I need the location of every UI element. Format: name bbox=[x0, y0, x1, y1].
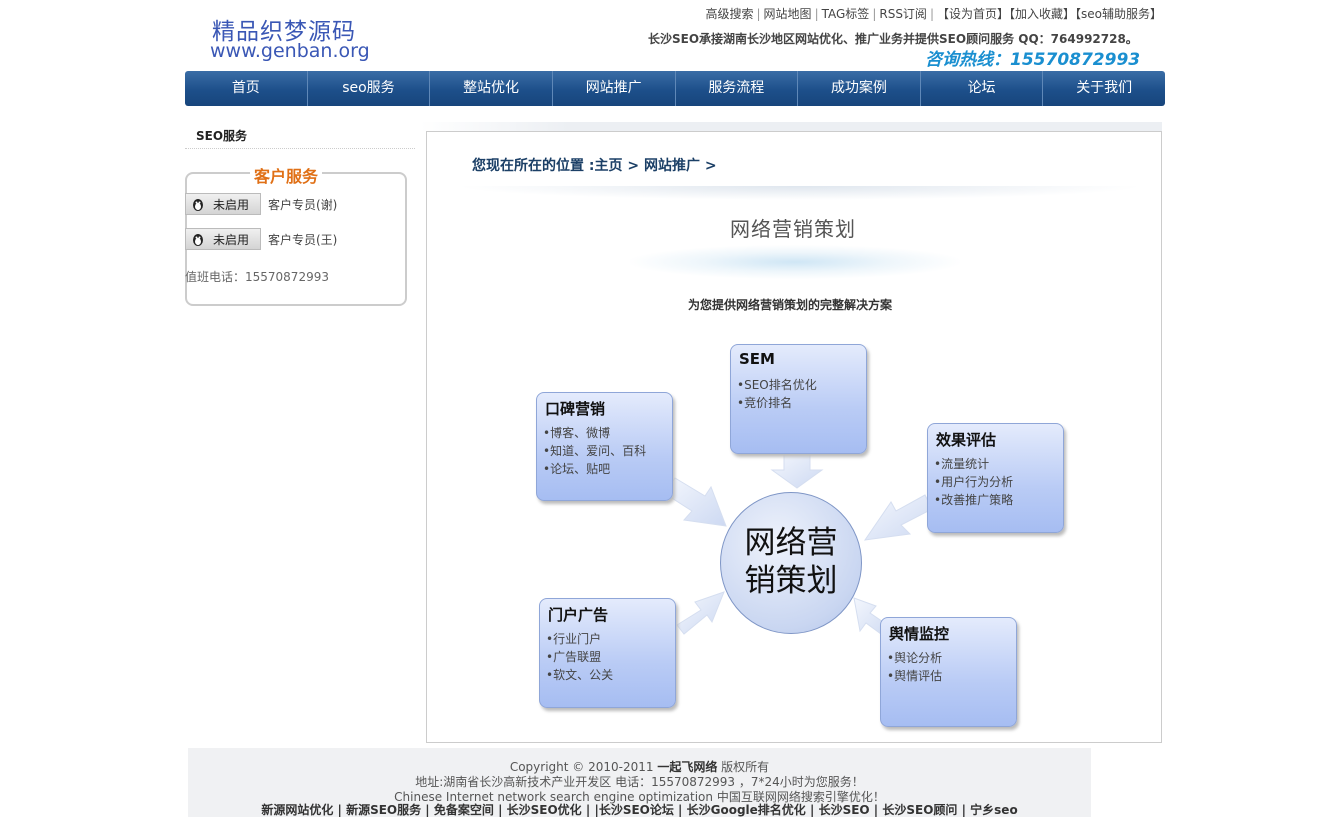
sitemap-link[interactable]: 网站地图 bbox=[764, 7, 812, 21]
content-top-strip bbox=[420, 122, 1162, 131]
seo-service-link[interactable]: 【seo辅助服务】 bbox=[1075, 7, 1162, 21]
qq-chat-button[interactable]: 未启用 bbox=[185, 193, 261, 215]
node-item: 用户行为分析 bbox=[934, 473, 1013, 491]
nav-cases[interactable]: 成功案例 bbox=[798, 71, 921, 106]
duty-phone: 值班电话：15570872993 bbox=[185, 270, 329, 284]
sidebar-title: SEO服务 bbox=[185, 124, 415, 149]
nav-process[interactable]: 服务流程 bbox=[676, 71, 799, 106]
breadcrumb-divider bbox=[455, 186, 1145, 200]
node-item: 知道、爱问、百科 bbox=[543, 442, 646, 460]
footer-link[interactable]: 宁乡seo bbox=[970, 803, 1018, 817]
hotline: 咨询热线：15570872993 bbox=[925, 50, 1141, 70]
node-yuqing: 舆情监控 舆论分析 舆情评估 bbox=[880, 617, 1017, 727]
footer-link[interactable]: 免备案空间 bbox=[434, 803, 494, 817]
arrow-xiaoguo bbox=[863, 494, 933, 541]
node-xiaoguo: 效果评估 流量统计 用户行为分析 改善推广策略 bbox=[927, 423, 1064, 533]
node-item: 改善推广策略 bbox=[934, 491, 1013, 509]
node-title: 效果评估 bbox=[936, 431, 997, 449]
nav-seo-service[interactable]: seo服务 bbox=[308, 71, 431, 106]
node-item: 软文、公关 bbox=[546, 666, 613, 684]
nav-forum[interactable]: 论坛 bbox=[921, 71, 1044, 106]
tag-link[interactable]: TAG标签 bbox=[822, 7, 870, 21]
top-links: 高级搜索 | 网站地图 | TAG标签 | RSS订阅 | 【设为首页】【加入收藏】【seo辅助… bbox=[705, 7, 1162, 21]
node-item: 行业门户 bbox=[546, 630, 613, 648]
qq-chat-button[interactable]: 未启用 bbox=[185, 228, 261, 250]
node-item: 舆情评估 bbox=[887, 667, 942, 685]
node-item: SEO排名优化 bbox=[737, 376, 817, 394]
nav-site-optimization[interactable]: 整站优化 bbox=[430, 71, 553, 106]
footer-link[interactable]: 新源网站优化 bbox=[261, 803, 333, 817]
qq-contact-name: 客户专员(谢) bbox=[268, 198, 338, 212]
nav-promotion[interactable]: 网站推广 bbox=[553, 71, 676, 106]
arrow-sem bbox=[770, 453, 824, 489]
node-title: 口碑营销 bbox=[545, 400, 606, 418]
node-item: 竞价排名 bbox=[737, 394, 817, 412]
site-logo-url[interactable]: www.genban.org bbox=[210, 40, 370, 62]
node-item: 舆论分析 bbox=[887, 649, 942, 667]
diagram-center: 网络营 销策划 bbox=[720, 492, 862, 634]
qq-penguin-icon bbox=[193, 199, 203, 211]
set-homepage-link[interactable]: 【设为首页】 bbox=[937, 7, 1009, 21]
advanced-search-link[interactable]: 高级搜索 bbox=[705, 7, 753, 21]
footer-link[interactable]: 长沙Google排名优化 bbox=[687, 803, 806, 817]
node-title: 门户广告 bbox=[548, 606, 609, 624]
main-nav: 首页 seo服务 整站优化 网站推广 服务流程 成功案例 论坛 关于我们 bbox=[185, 71, 1165, 106]
node-koubei: 口碑营销 博客、微博 知道、爱问、百科 论坛、贴吧 bbox=[536, 392, 673, 501]
node-sem: SEM SEO排名优化 竞价排名 bbox=[730, 344, 867, 454]
arrow-menhu bbox=[676, 591, 725, 635]
nav-home[interactable]: 首页 bbox=[185, 71, 308, 106]
diagram-subtitle: 为您提供网络营销策划的完整解决方案 bbox=[688, 298, 893, 312]
breadcrumb-home[interactable]: 主页 bbox=[594, 158, 622, 174]
add-favorite-link[interactable]: 【加入收藏】 bbox=[1009, 7, 1075, 21]
footer-link[interactable]: 长沙SEO顾问 bbox=[882, 803, 957, 817]
footer-links: 新源网站优化 | 新源SEO服务 | 免备案空间 | 长沙SEO优化 | |长沙… bbox=[261, 803, 1018, 817]
qq-contact-name: 客户专员(王) bbox=[268, 233, 338, 247]
diagram-title: 网络营销策划 bbox=[730, 217, 856, 241]
rss-link[interactable]: RSS订阅 bbox=[879, 7, 927, 21]
node-title: SEM bbox=[739, 350, 775, 368]
nav-about[interactable]: 关于我们 bbox=[1043, 71, 1165, 106]
footer-link[interactable]: 长沙SEO bbox=[819, 803, 870, 817]
node-item: 流量统计 bbox=[934, 455, 1013, 473]
node-item: 论坛、贴吧 bbox=[543, 460, 646, 478]
qq-penguin-icon bbox=[193, 234, 203, 246]
footer-link[interactable]: |长沙SEO论坛 bbox=[594, 803, 673, 817]
footer-link[interactable]: 新源SEO服务 bbox=[346, 803, 421, 817]
node-item: 广告联盟 bbox=[546, 648, 613, 666]
footer: Copyright © 2010-2011 一起飞网络 版权所有 地址:湖南省长… bbox=[188, 748, 1091, 817]
breadcrumb-promotion[interactable]: 网站推广 bbox=[644, 158, 700, 174]
node-title: 舆情监控 bbox=[889, 625, 950, 643]
customer-service-title: 客户服务 bbox=[250, 163, 323, 187]
arrow-koubei bbox=[663, 477, 727, 527]
breadcrumb: 您现在所在的位置 :主页 > 网站推广 > bbox=[472, 158, 717, 174]
title-glow bbox=[630, 245, 960, 279]
footer-link[interactable]: 长沙SEO优化 bbox=[507, 803, 582, 817]
node-item: 博客、微博 bbox=[543, 424, 646, 442]
node-menhu: 门户广告 行业门户 广告联盟 软文、公关 bbox=[539, 598, 676, 708]
